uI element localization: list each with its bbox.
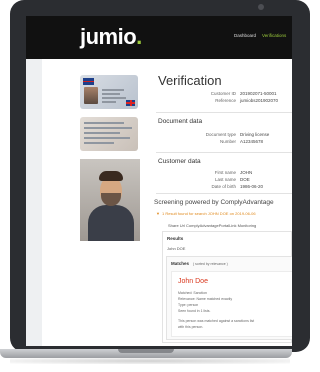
- matches-sort-note: ( sorted by relevance ): [193, 261, 228, 266]
- first-name-label: First name: [214, 170, 236, 175]
- screening-result-summary[interactable]: 1 Result found for search JOHN DOE on 20…: [162, 211, 256, 216]
- document-number-value: A12345678: [240, 139, 264, 144]
- id-card-front-image[interactable]: [80, 75, 138, 109]
- document-type-label: Document type: [205, 132, 236, 137]
- match-detail: Matched: Sanction: [178, 291, 207, 295]
- screening-title: Screening powered by ComplyAdvantage: [154, 199, 274, 206]
- divider: [156, 152, 292, 153]
- verification-panel: Verification Customer ID 201902071-50001…: [42, 59, 292, 346]
- divider: [156, 112, 292, 113]
- webcam: [258, 4, 264, 10]
- reference-label: Reference: [215, 98, 236, 103]
- document-number-label: Number: [219, 139, 236, 144]
- date-of-birth-value: 1986-06-20: [240, 184, 264, 189]
- share-links[interactable]: Share Url ComplyAdvantagePortalLink Moni…: [168, 223, 256, 228]
- first-name-value: JOHN: [240, 170, 253, 175]
- app-header: jumio. Dashboard Verifications: [26, 16, 292, 59]
- matches-box: Matches ( sorted by relevance ) John Doe…: [166, 256, 292, 340]
- match-detail: with this person.: [178, 325, 204, 329]
- customer-id-label: Customer ID: [210, 91, 236, 96]
- results-name: John DOE: [167, 246, 186, 251]
- jumio-logo[interactable]: jumio.: [80, 24, 142, 50]
- results-box: Results John DOE Matches ( sorted by rel…: [162, 231, 292, 343]
- document-data-title: Document data: [158, 118, 203, 125]
- laptop-notch: [118, 349, 174, 353]
- laptop-shadow: [10, 358, 290, 364]
- match-detail: Relevance: Name matched exactly: [178, 297, 233, 301]
- customer-id-value: 201902071-50001: [240, 91, 277, 96]
- nav-verifications[interactable]: Verifications: [262, 33, 286, 38]
- id-card-back-image[interactable]: [80, 117, 138, 151]
- last-name-label: Last name: [214, 177, 236, 182]
- match-detail: Type: person: [178, 303, 199, 307]
- eu-flag-icon: [83, 78, 94, 85]
- results-label: Results: [167, 236, 184, 241]
- reference-value: jumiobs201902070: [240, 98, 279, 103]
- document-type-value: Driving license: [240, 132, 270, 137]
- id-photo: [84, 87, 98, 104]
- verification-title: Verification: [158, 73, 222, 88]
- match-detail: This person was matched against a sancti…: [178, 319, 255, 323]
- last-name-value: DOE: [240, 177, 250, 182]
- match-detail: Seen found in 1 lists.: [178, 309, 211, 313]
- divider: [156, 193, 292, 194]
- date-of-birth-label: Date of birth: [211, 184, 236, 189]
- customer-data-title: Customer data: [158, 158, 201, 165]
- matches-label: Matches: [171, 261, 190, 266]
- match-name: John Doe: [178, 278, 208, 285]
- laptop-screen: jumio. Dashboard Verifications Verificat…: [26, 16, 292, 346]
- uk-flag-icon: [126, 100, 135, 106]
- nav-dashboard[interactable]: Dashboard: [234, 33, 256, 38]
- chevron-down-icon[interactable]: ▼: [156, 211, 160, 216]
- selfie-photo[interactable]: [80, 159, 140, 241]
- match-card[interactable]: John Doe Matched: Sanction Relevance: Na…: [171, 271, 292, 337]
